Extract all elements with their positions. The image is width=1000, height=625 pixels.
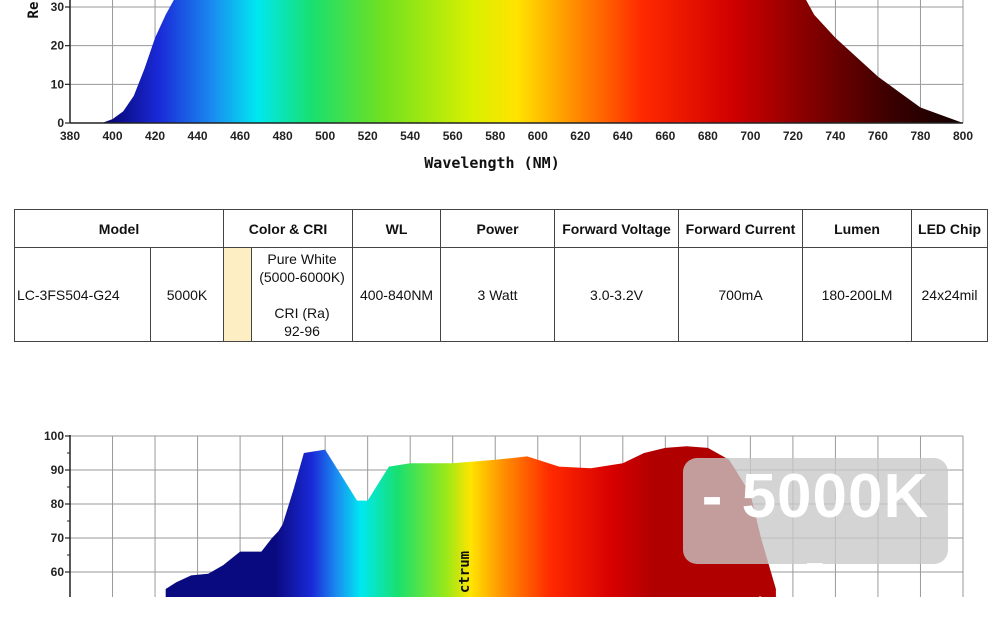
top-y-tick-label: 30 xyxy=(51,0,65,14)
top-x-tick-label: 420 xyxy=(145,129,165,143)
header-power: Power xyxy=(440,209,556,248)
bottom-y-tick-label: 60 xyxy=(51,565,65,579)
top-x-tick-label: 500 xyxy=(315,129,335,143)
cell-current: 700mA xyxy=(678,247,804,342)
top-x-tick-label: 800 xyxy=(953,129,973,143)
cell-chip: 24x24mil xyxy=(911,247,989,342)
cell-model: LC-3FS504-G24 xyxy=(14,247,151,342)
top-x-tick-label: 720 xyxy=(783,129,803,143)
cri-label: CRI (Ra) xyxy=(274,304,330,321)
top-x-tick-label: 560 xyxy=(443,129,463,143)
top-x-tick-label: 620 xyxy=(570,129,590,143)
cct-badge: - 5000K - （10-500W） xyxy=(683,458,948,624)
top-x-tick-label: 480 xyxy=(273,129,293,143)
top-x-tick-label: 640 xyxy=(613,129,633,143)
top-x-axis-label: Wavelength (NM) xyxy=(424,154,559,172)
top-x-tick-label: 660 xyxy=(655,129,675,143)
top-x-tick-label: 740 xyxy=(825,129,845,143)
top-x-tick-label: 460 xyxy=(230,129,250,143)
bottom-y-tick-label: 80 xyxy=(51,497,65,511)
top-x-tick-label: 600 xyxy=(528,129,548,143)
top-x-tick-label: 540 xyxy=(400,129,420,143)
bottom-y-axis-label: ctrum xyxy=(457,551,473,593)
top-y-tick-label: 10 xyxy=(51,77,65,91)
header-forward-current: Forward Current xyxy=(678,209,804,248)
top-x-tick-label: 760 xyxy=(868,129,888,143)
cell-lumen: 180-200LM xyxy=(802,247,913,342)
header-color-cri: Color & CRI xyxy=(223,209,354,248)
top-x-tick-label: 440 xyxy=(188,129,208,143)
top-y-axis-label: Re xyxy=(26,2,42,19)
top-spectrum-area xyxy=(70,0,963,123)
color-range: (5000-6000K) xyxy=(259,268,345,285)
badge-subtitle: （10-500W） xyxy=(736,595,895,625)
top-y-tick-label: 0 xyxy=(57,116,64,130)
cell-wl: 400-840NM xyxy=(352,247,442,342)
top-x-tick-label: 700 xyxy=(740,129,760,143)
cell-power: 3 Watt xyxy=(440,247,556,342)
top-y-tick-label: 20 xyxy=(51,39,65,53)
header-led-chip: LED Chip xyxy=(911,209,989,248)
table-row: LC-3FS504-G24 5000K Pure White (5000-600… xyxy=(14,247,989,342)
cell-color-cri: Pure White (5000-6000K) CRI (Ra) 92-96 xyxy=(251,247,354,342)
spec-table: Model Color & CRI WL Power Forward Volta… xyxy=(13,209,989,342)
cri-value: 92-96 xyxy=(284,322,320,339)
header-forward-voltage: Forward Voltage xyxy=(554,209,680,248)
bottom-y-tick-label: 100 xyxy=(44,430,64,443)
top-x-tick-label: 780 xyxy=(910,129,930,143)
bottom-y-tick-label: 70 xyxy=(51,531,65,545)
badge-title: - 5000K - xyxy=(701,462,930,597)
header-model: Model xyxy=(13,209,225,248)
top-x-tick-label: 400 xyxy=(103,129,123,143)
top-x-tick-label: 680 xyxy=(698,129,718,143)
top-x-tick-label: 380 xyxy=(60,129,80,143)
table-header-row: Model Color & CRI WL Power Forward Volta… xyxy=(13,209,989,248)
header-lumen: Lumen xyxy=(802,209,913,248)
top-x-tick-label: 580 xyxy=(485,129,505,143)
color-name: Pure White xyxy=(267,250,337,267)
color-swatch xyxy=(223,247,253,342)
top-spectrum-chart: 380 400 420 440 460 480 500 520 540 560 580 600 620 6… xyxy=(26,0,973,172)
bottom-chart-ticks: 60 70 80 90 100 xyxy=(44,430,70,579)
header-wl: WL xyxy=(352,209,442,248)
bottom-y-tick-label: 90 xyxy=(51,463,65,477)
cell-voltage: 3.0-3.2V xyxy=(554,247,680,342)
top-x-tick-label: 520 xyxy=(358,129,378,143)
cell-cct: 5000K xyxy=(149,247,225,342)
